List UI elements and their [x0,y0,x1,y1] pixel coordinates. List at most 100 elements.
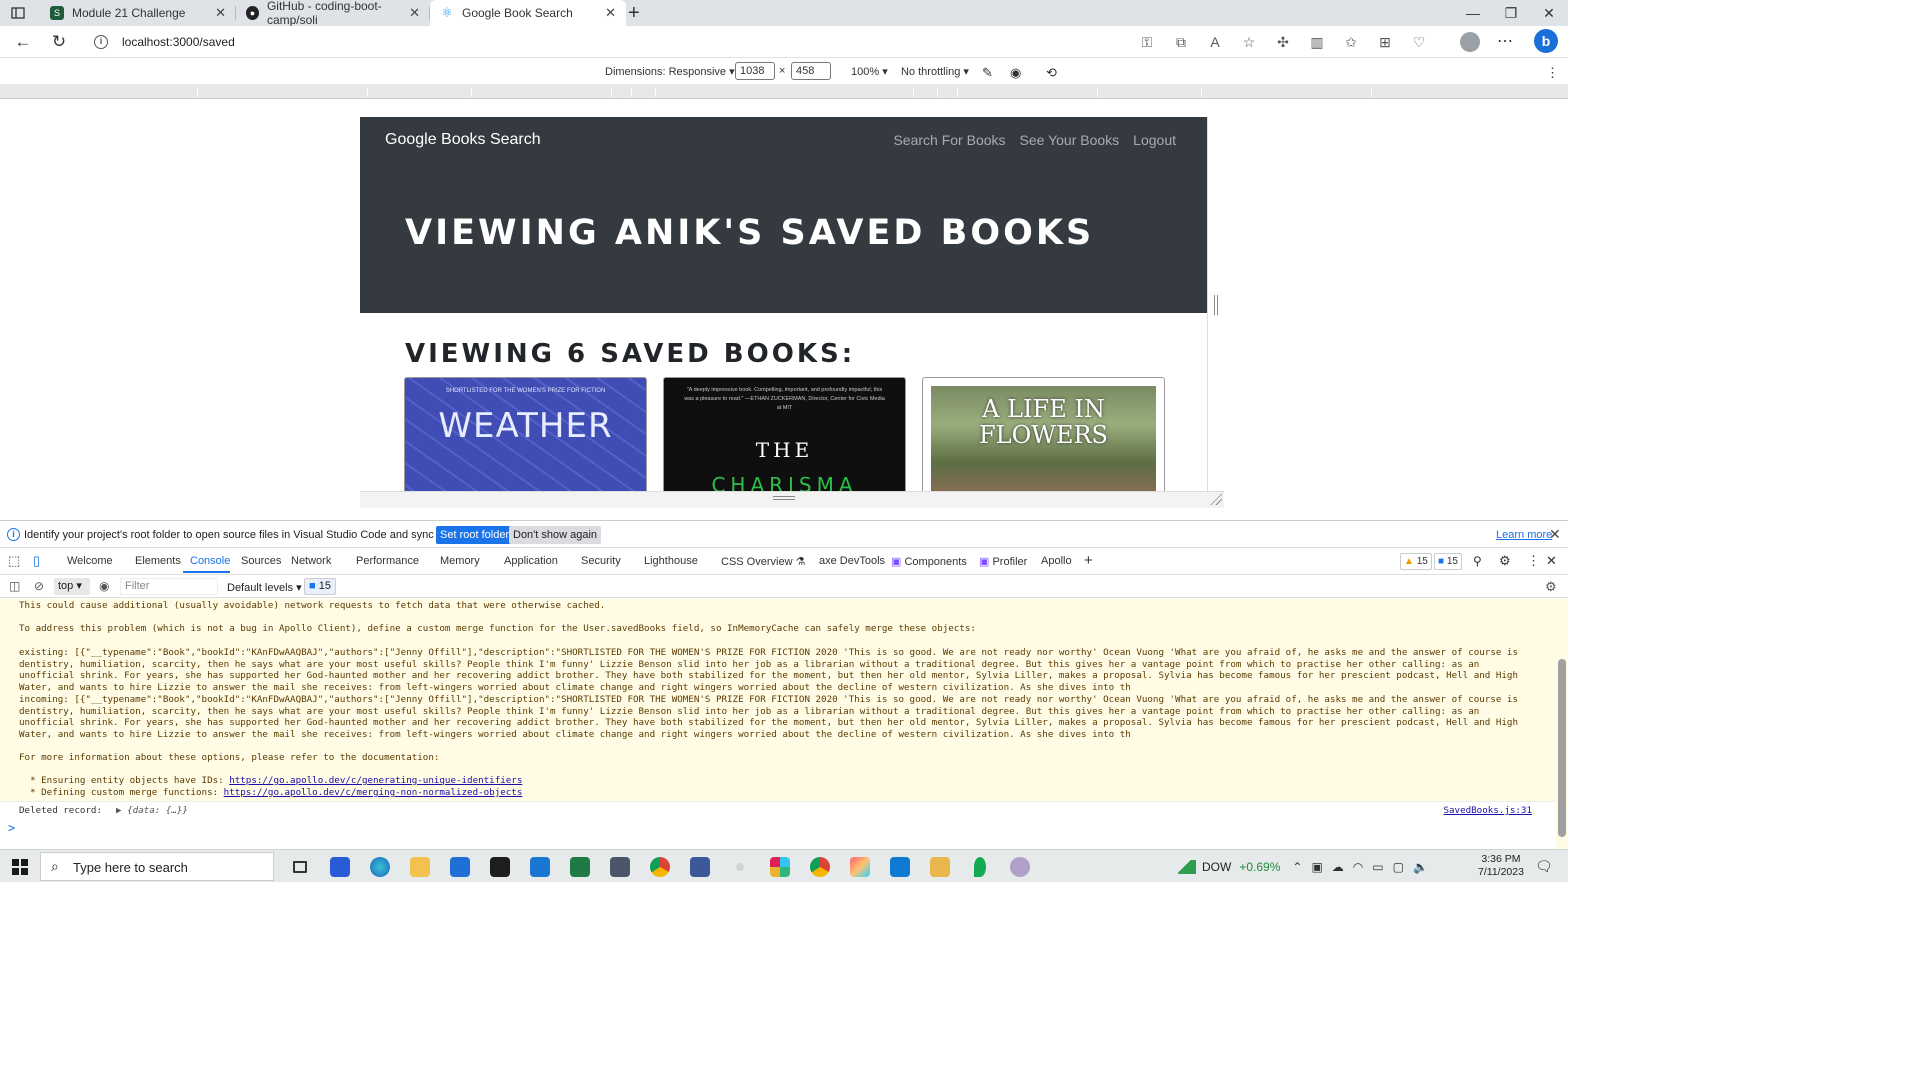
book-card[interactable]: SHORTLISTED FOR THE WOMEN'S PRIZE FOR FI… [404,377,647,491]
message-count-badge[interactable]: ■ 15 [304,578,336,595]
devtools-more-icon[interactable]: ⋮ [1527,553,1540,569]
vision-deficiency-icon[interactable]: ◉ [1010,65,1021,81]
vscode-icon[interactable] [880,853,920,880]
media-query-ruler[interactable] [0,85,1568,99]
close-window-icon[interactable]: ✕ [1530,0,1568,26]
dimensions-dropdown[interactable]: Dimensions: Responsive ▾ [605,65,735,78]
tab-elements[interactable]: Elements [135,555,181,567]
cloud-icon[interactable]: ☁ [1332,860,1344,874]
open-app-icon[interactable]: ⧉ [1164,30,1198,54]
notifications-icon[interactable]: 🗨 [1535,858,1553,875]
new-tab-icon[interactable]: + [628,2,640,25]
tab-sources[interactable]: Sources [241,555,281,567]
password-key-icon[interactable]: ⚿ [1130,30,1164,54]
calculator-icon[interactable] [600,853,640,880]
console-settings-gear-icon[interactable]: ⚙ [1545,579,1557,595]
tab-performance[interactable]: Performance [356,555,419,567]
chrome-icon[interactable] [640,853,680,880]
gitkraken-icon[interactable] [840,853,880,880]
windows-start-icon[interactable] [12,859,28,875]
chevron-up-icon[interactable]: ⌃ [1292,860,1302,874]
info-badge[interactable]: ■ 15 [1434,553,1462,570]
close-infobar-icon[interactable]: ✕ [1549,526,1561,543]
mail-icon[interactable] [520,853,560,880]
read-aloud-icon[interactable]: A [1198,30,1232,54]
tab-welcome[interactable]: Welcome [67,555,113,567]
tab-apollo[interactable]: Apollo [1041,555,1072,567]
throttling-dropdown[interactable]: No throttling ▾ [901,65,969,78]
sidebar-toggle-icon[interactable]: ◫ [9,579,20,593]
mongodb-compass-icon[interactable] [960,853,1000,880]
browser-essentials-icon[interactable]: ♡ [1402,30,1436,54]
blank-app-icon[interactable] [720,853,760,880]
more-menu-icon[interactable]: ⋯ [1497,31,1513,51]
dont-show-again-button[interactable]: Don't show again [509,526,602,544]
tab-application[interactable]: Application [504,555,558,567]
disable-touch-icon[interactable]: ✎ [982,65,993,81]
apollo-docs-link-ids[interactable]: https://go.apollo.dev/c/generating-uniqu… [229,775,522,786]
more-tools-plus-icon[interactable]: + [1084,552,1093,569]
browser-tab-module21[interactable]: S Module 21 Challenge ✕ [40,0,236,26]
url-text[interactable]: localhost:3000/saved [122,35,235,49]
power-automate-icon[interactable] [320,853,360,880]
console-filter-input[interactable]: Filter [120,578,218,595]
console-prompt[interactable]: > [0,819,1556,849]
connect-icon[interactable]: ⚲ [1473,554,1482,568]
viewport-resize-bottom-handle[interactable] [773,496,795,500]
warnings-badge[interactable]: ▲ 15 [1400,553,1432,570]
log-levels-dropdown[interactable]: Default levels ▾ [227,581,302,594]
device-emulation-icon[interactable]: ▯ [33,553,40,569]
context-selector[interactable]: top ▾ [54,578,90,595]
store-icon[interactable] [440,853,480,880]
close-tab-icon[interactable]: ✕ [215,5,226,21]
close-devtools-icon[interactable]: ✕ [1546,553,1557,569]
insomnia-icon[interactable] [1000,853,1040,880]
edge-icon[interactable] [360,853,400,880]
slack-icon[interactable] [760,853,800,880]
set-root-folder-button[interactable]: Set root folder [436,526,514,544]
site-info-icon[interactable]: i [94,35,108,49]
address-bar[interactable]: i localhost:3000/saved [84,28,1264,56]
ticker-name[interactable]: DOW [1202,860,1231,874]
console-scrollbar[interactable] [1558,659,1566,837]
extensions-icon[interactable]: ✣ [1266,30,1300,54]
learn-more-link[interactable]: Learn more [1496,529,1552,541]
back-icon[interactable]: ← [12,31,34,53]
terminal-icon[interactable] [480,853,520,880]
settings-gear-icon[interactable]: ⚙ [1499,553,1511,569]
device-toolbar-more-icon[interactable]: ⋮ [1546,65,1559,81]
taskbar-clock[interactable]: 3:36 PM 7/11/2023 [1478,853,1524,879]
viewport-width-input[interactable]: 1038 [735,62,775,80]
viewport-height-input[interactable]: 458 [791,62,831,80]
reload-icon[interactable]: ↻ [48,31,70,53]
meet-now-icon[interactable]: ▣ [1311,860,1322,874]
file-explorer-icon[interactable] [400,853,440,880]
battery-icon[interactable]: ▭ [1372,860,1383,874]
book-card[interactable]: A LIFE IN FLOWERS [922,377,1165,491]
close-tab-icon[interactable]: ✕ [605,5,616,21]
close-tab-icon[interactable]: ✕ [409,5,420,21]
split-screen-icon[interactable]: ▥ [1300,30,1334,54]
browser-tab-google-book-search[interactable]: ⚛ Google Book Search ✕ [430,0,626,26]
favorites-icon[interactable]: ✩ [1334,30,1368,54]
chrome-profile-icon[interactable] [800,853,840,880]
tab-axe-devtools[interactable]: axe DevTools [819,555,885,567]
viewport-resize-right-handle[interactable] [1214,295,1218,315]
volume-icon[interactable]: 🔈 [1413,860,1428,874]
rotate-icon[interactable]: ⟲ [1046,65,1057,81]
viewport-resize-corner-handle[interactable] [1210,493,1222,505]
wifi-icon[interactable]: ◠ [1353,860,1363,874]
apollo-docs-link-merge[interactable]: https://go.apollo.dev/c/merging-non-norm… [224,787,523,798]
tab-memory[interactable]: Memory [440,555,480,567]
tab-components[interactable]: ▣ Components [891,555,967,568]
nav-logout[interactable]: Logout [1133,132,1176,148]
task-view-icon[interactable] [280,853,320,880]
favorite-star-icon[interactable]: ☆ [1232,30,1266,54]
tab-profiler[interactable]: ▣ Profiler [979,555,1027,568]
profile-avatar[interactable] [1460,32,1480,52]
tab-lighthouse[interactable]: Lighthouse [644,555,698,567]
folder-icon[interactable] [920,853,960,880]
bing-chat-icon[interactable]: b [1534,29,1558,53]
restore-icon[interactable]: ❐ [1492,0,1530,26]
ticker-change[interactable]: +0.69% [1239,860,1280,874]
